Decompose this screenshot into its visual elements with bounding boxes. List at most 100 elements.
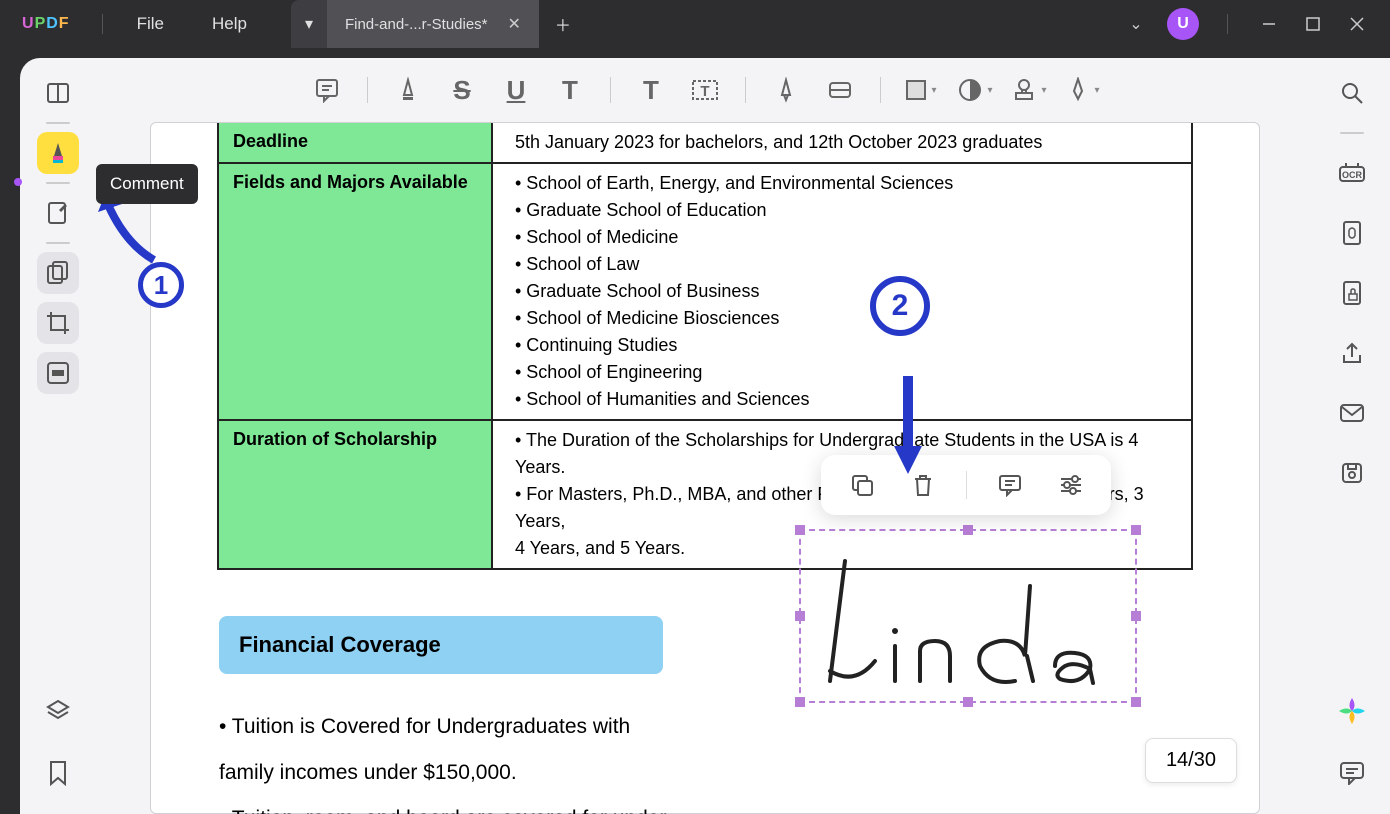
edit-tool[interactable] [37,192,79,234]
annotation-marker: 1 [138,262,184,308]
ai-assistant-button[interactable] [1331,690,1373,732]
stamp-tool[interactable]: ▾ [1009,70,1049,110]
marker-icon [396,77,420,103]
eraser-icon [827,79,853,101]
resize-handle[interactable] [1131,697,1141,707]
row-value: • School of Earth, Energy, and Environme… [491,164,1191,419]
document-tab[interactable]: Find-and-...r-Studies* ✕ [327,0,539,48]
maximize-button[interactable] [1300,11,1326,37]
row-value: 5th January 2023 for bachelors, and 12th… [491,123,1191,162]
row-label: Deadline [219,123,491,162]
signature-image [815,541,1115,691]
tab-bar: ▾ Find-and-...r-Studies* ✕ ＋ [291,0,1103,48]
strikethrough-tool[interactable]: S [442,70,482,110]
comment-tool[interactable] [37,132,79,174]
window-controls: ⌄ U [1103,8,1390,40]
chevron-down-icon: ▾ [987,85,992,96]
divider [1227,14,1228,34]
squiggly-tool[interactable]: T [550,70,590,110]
app-logo: UPDF [0,15,92,33]
chevron-down-icon: ▾ [1094,85,1099,96]
layers-icon [45,698,71,724]
reader-tool[interactable] [37,72,79,114]
sliders-icon [1059,475,1083,495]
menu-help[interactable]: Help [188,14,271,34]
pen-icon [1066,77,1090,103]
convert-button[interactable] [1331,212,1373,254]
layers-tool[interactable] [37,690,79,732]
signature-selection[interactable] [799,529,1137,703]
close-button[interactable] [1344,11,1370,37]
resize-handle[interactable] [795,525,805,535]
tab-list-dropdown[interactable]: ▾ [291,0,327,48]
row-label: Duration of Scholarship [219,421,491,568]
shape-tool[interactable]: ▾ [901,70,941,110]
note-tool[interactable] [307,70,347,110]
properties-button[interactable] [1053,467,1089,503]
selection-context-toolbar [821,455,1111,515]
email-button[interactable] [1331,392,1373,434]
lock-page-icon [1340,280,1364,306]
bookmark-tool[interactable] [37,752,79,794]
protect-button[interactable] [1331,272,1373,314]
redact-icon [45,360,71,386]
user-avatar[interactable]: U [1167,8,1199,40]
app-body: S U T T T ▾ ▾ ▾ ▾ Deadline 5th January 2… [20,58,1390,814]
chevron-down-icon: ⌄ [1129,14,1142,34]
share-icon [1340,341,1364,365]
svg-text:OCR: OCR [1342,170,1363,180]
new-tab-button[interactable]: ＋ [539,0,587,48]
save-button[interactable] [1331,452,1373,494]
search-button[interactable] [1331,72,1373,114]
plus-icon: ＋ [555,12,571,36]
highlight-tool[interactable] [388,70,428,110]
organize-tool[interactable] [37,252,79,294]
copy-button[interactable] [844,467,880,503]
comment-button[interactable] [992,467,1028,503]
resize-handle[interactable] [795,611,805,621]
divider [966,471,967,499]
squiggly-icon: T [562,75,578,106]
pencil-tool[interactable] [766,70,806,110]
app-dropdown[interactable]: ⌄ [1123,11,1149,37]
underline-icon: U [507,75,526,106]
textbox-tool[interactable]: T [685,70,725,110]
title-bar: UPDF File Help ▾ Find-and-...r-Studies* … [0,0,1390,48]
menu-file[interactable]: File [113,14,188,34]
underline-tool[interactable]: U [496,70,536,110]
crop-tool[interactable] [37,302,79,344]
section-heading: Financial Coverage [219,616,663,674]
signature-tool[interactable]: ▾ [1063,70,1103,110]
convert-icon [1340,220,1364,246]
ai-icon [1337,696,1367,726]
center-pane: S U T T T ▾ ▾ ▾ ▾ Deadline 5th January 2… [96,58,1314,814]
resize-handle[interactable] [963,697,973,707]
ocr-button[interactable]: OCR [1331,152,1373,194]
document-viewport[interactable]: Deadline 5th January 2023 for bachelors,… [96,122,1314,814]
sticky-note-icon [314,77,340,103]
sticker-tool[interactable]: ▾ [955,70,995,110]
form-tool[interactable] [37,352,79,394]
divider [46,242,70,244]
close-icon[interactable]: ✕ [508,14,521,34]
divider [880,77,881,103]
divider [610,77,611,103]
minimize-button[interactable] [1256,11,1282,37]
row-label: Fields and Majors Available [219,164,491,419]
resize-handle[interactable] [1131,611,1141,621]
resize-handle[interactable] [1131,525,1141,535]
page-indicator[interactable]: 14/30 [1145,738,1237,783]
eraser-tool[interactable] [820,70,860,110]
resize-handle[interactable] [795,697,805,707]
share-button[interactable] [1331,332,1373,374]
highlighter-icon [45,140,71,166]
comment-icon [1339,761,1365,785]
comments-panel-button[interactable] [1331,752,1373,794]
right-sidebar: OCR [1314,58,1390,814]
resize-handle[interactable] [963,525,973,535]
text-tool[interactable]: T [631,70,671,110]
envelope-icon [1339,403,1365,423]
strikethrough-icon: S [453,75,470,106]
table-row: Deadline 5th January 2023 for bachelors,… [219,123,1191,162]
save-icon [1340,461,1364,485]
